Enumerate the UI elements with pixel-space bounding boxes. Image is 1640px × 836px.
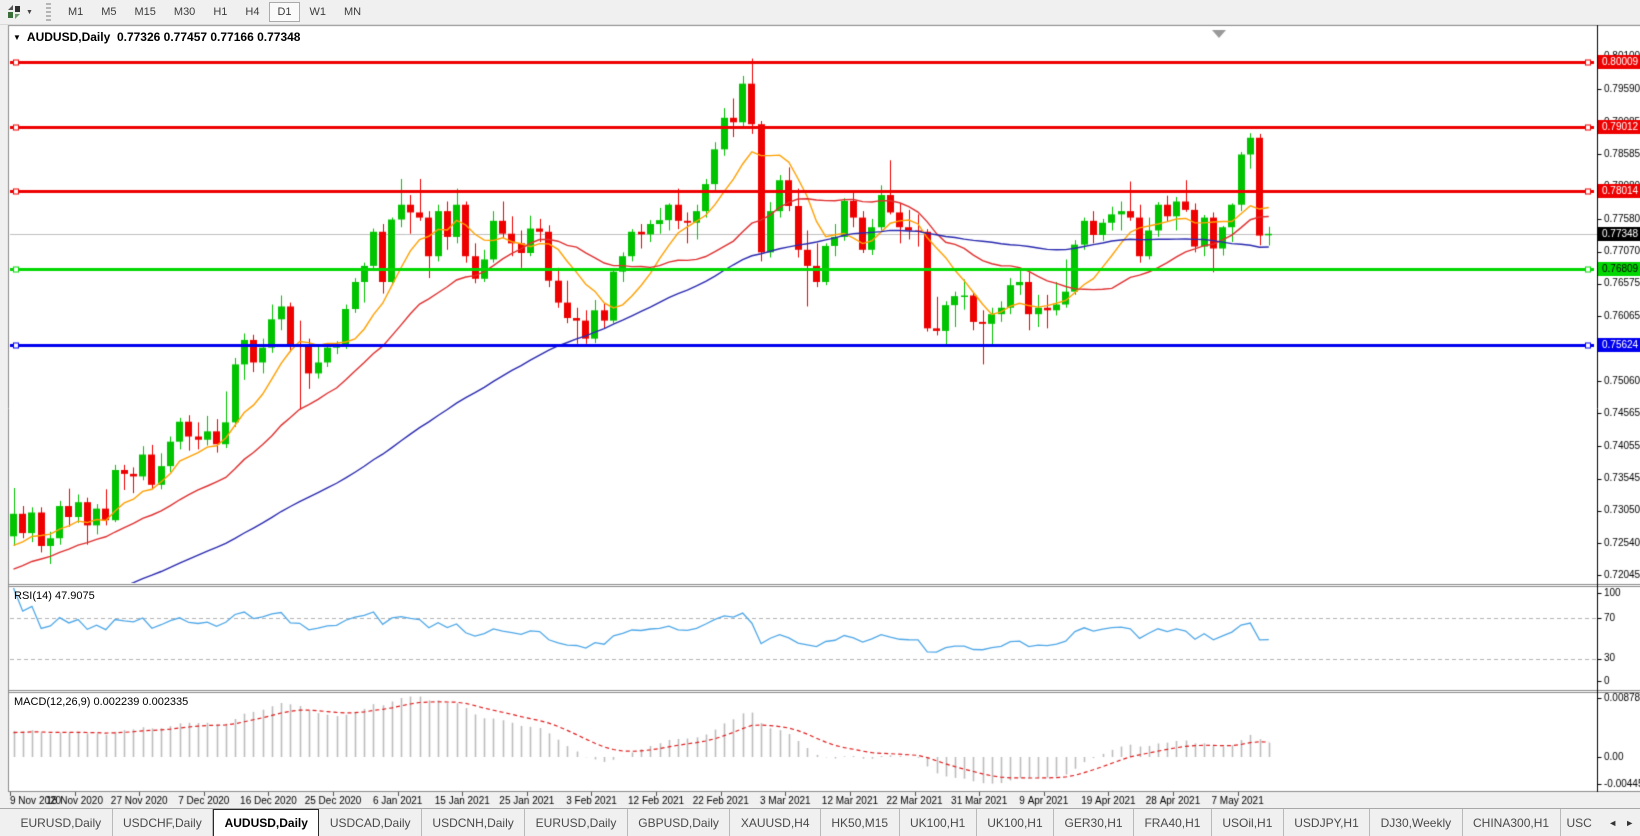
timeframe-button-D1[interactable]: D1 (269, 2, 299, 22)
timeframe-buttons: M1M5M15M30H1H4D1W1MN (59, 2, 370, 22)
timeframe-button-M15[interactable]: M15 (127, 2, 164, 22)
timeframe-button-W1[interactable]: W1 (302, 2, 335, 22)
chart-tab-EURUSD-Daily[interactable]: EURUSD,Daily (10, 809, 113, 836)
chart-tab-GER30-H1[interactable]: GER30,H1 (1054, 809, 1134, 836)
price-chart-canvas[interactable] (0, 0, 1640, 836)
chart-tab-EURUSD-Daily[interactable]: EURUSD,Daily (525, 809, 628, 836)
chart-tab-HK50-M15[interactable]: HK50,M15 (821, 809, 900, 836)
timeframe-button-M1[interactable]: M1 (60, 2, 91, 22)
period-selector-button[interactable]: ▼ (0, 1, 36, 23)
chart-tab-USDJPY-H1[interactable]: USDJPY,H1 (1284, 809, 1370, 836)
chart-tab-USDCAD-Daily[interactable]: USDCAD,Daily (319, 809, 422, 836)
dropdown-caret-icon[interactable]: ▼ (26, 9, 33, 16)
chart-tab-USDCHF-Daily[interactable]: USDCHF,Daily (113, 809, 214, 836)
timeframe-button-M5[interactable]: M5 (93, 2, 124, 22)
trading-platform-window: { "toolbar": { "period_icon": "period-se… (0, 0, 1640, 836)
tab-scroll-left-icon[interactable]: ◄ (1608, 818, 1617, 828)
chart-tab-CHINA300-H1[interactable]: CHINA300,H1 (1463, 809, 1561, 836)
period-selector-icon (6, 4, 22, 20)
chart-collapse-icon[interactable]: ▼ (13, 33, 21, 42)
chart-tab-GBPUSD-Daily[interactable]: GBPUSD,Daily (628, 809, 731, 836)
chart-symbol-label: AUDUSD,Daily (27, 30, 110, 44)
chart-tab-UK100-H1[interactable]: UK100,H1 (977, 809, 1054, 836)
chart-tab-XAUUSD-H4[interactable]: XAUUSD,H4 (730, 809, 821, 836)
timeframe-toolbar: ▼ M1M5M15M30H1H4D1W1MN (0, 0, 1640, 25)
chart-tab-bar: EURUSD,DailyUSDCHF,DailyAUDUSD,DailyUSDC… (0, 808, 1640, 836)
chart-tab-DJ30-Weekly[interactable]: DJ30,Weekly (1370, 809, 1462, 836)
chart-tab-USOil-H1[interactable]: USOil,H1 (1212, 809, 1284, 836)
chart-tab-USC[interactable]: USC (1561, 809, 1603, 836)
timeframe-button-MN[interactable]: MN (336, 2, 369, 22)
chart-tab-AUDUSD-Daily[interactable]: AUDUSD,Daily (213, 809, 319, 836)
chart-tab-USDCNH-Daily[interactable]: USDCNH,Daily (422, 809, 525, 836)
timeframe-button-H4[interactable]: H4 (237, 2, 267, 22)
chart-title: ▼ AUDUSD,Daily 0.77326 0.77457 0.77166 0.… (13, 30, 300, 44)
chart-tab-UK100-H1[interactable]: UK100,H1 (900, 809, 977, 836)
tab-scroll-controls: ◄► (1602, 809, 1640, 836)
macd-indicator-label: MACD(12,26,9) 0.002239 0.002335 (14, 696, 188, 708)
chart-tab-FRA40-H1[interactable]: FRA40,H1 (1134, 809, 1212, 836)
timeframe-button-H1[interactable]: H1 (205, 2, 235, 22)
tab-scroll-right-icon[interactable]: ► (1625, 818, 1634, 828)
timeframe-button-M30[interactable]: M30 (166, 2, 203, 22)
chart-ohlc-values: 0.77326 0.77457 0.77166 0.77348 (117, 30, 301, 44)
toolbar-grip[interactable] (46, 3, 51, 21)
rsi-indicator-label: RSI(14) 47.9075 (14, 590, 95, 602)
